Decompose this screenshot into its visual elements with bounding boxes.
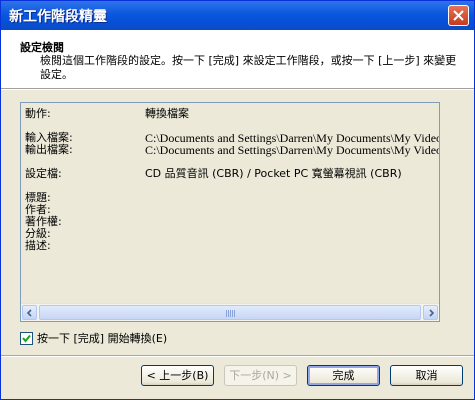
summary-value-action: 轉換檔案	[145, 107, 189, 120]
scrollbar-thumb[interactable]	[39, 305, 421, 320]
scroll-left-button[interactable]	[22, 305, 37, 320]
page-title: 設定檢閱	[20, 41, 64, 54]
close-icon	[453, 10, 464, 21]
footer-divider	[1, 355, 474, 357]
checkmark-icon	[22, 334, 31, 343]
summary-label-profile: 設定檔:	[25, 167, 62, 180]
close-button[interactable]	[448, 5, 469, 26]
title-bar[interactable]: 新工作階段精靈	[1, 1, 474, 30]
grip-icon	[226, 310, 236, 317]
scroll-right-button[interactable]	[423, 305, 438, 320]
summary-value-profile: CD 品質音訊 (CBR) / Pocket PC 寬螢幕視訊 (CBR)	[145, 167, 402, 180]
chevron-right-icon	[429, 309, 435, 317]
back-button[interactable]: < 上一步(B)	[141, 365, 214, 386]
window-title: 新工作階段精靈	[9, 9, 107, 25]
chevron-left-icon	[26, 309, 32, 317]
next-button[interactable]: 下一步(N) >	[224, 365, 297, 386]
settings-summary-box[interactable]: 動作: 轉換檔案 輸入檔案: C:\Documents and Settings…	[20, 102, 440, 322]
summary-label-description: 描述:	[25, 239, 51, 252]
start-conversion-checkbox[interactable]	[20, 332, 33, 345]
wizard-window: 新工作階段精靈 設定檢閱 檢閱這個工作階段的設定。按一下 [完成] 來設定工作階…	[0, 0, 475, 400]
header-divider	[1, 89, 474, 90]
settings-summary-content: 動作: 轉換檔案 輸入檔案: C:\Documents and Settings…	[21, 103, 439, 303]
horizontal-scrollbar[interactable]	[21, 303, 439, 321]
summary-label-action: 動作:	[25, 107, 51, 120]
page-description: 檢閱這個工作階段的設定。按一下 [完成] 來設定工作階段，或按一下 [上一步] …	[40, 54, 457, 81]
start-conversion-label[interactable]: 按一下 [完成] 開始轉換(E)	[37, 332, 167, 345]
summary-label-output: 輸出檔案:	[25, 143, 73, 156]
finish-button[interactable]: 完成	[307, 365, 380, 386]
header-panel: 設定檢閱 檢閱這個工作階段的設定。按一下 [完成] 來設定工作階段，或按一下 […	[1, 30, 474, 89]
cancel-button[interactable]: 取消	[390, 365, 463, 386]
summary-value-output: C:\Documents and Settings\Darren\My Docu…	[145, 143, 439, 157]
